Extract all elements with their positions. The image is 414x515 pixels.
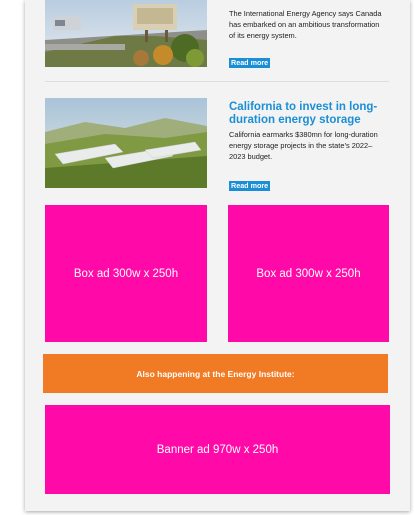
article-item: California to invest in long-duration en… [25,98,410,191]
banner-ad[interactable]: Banner ad 970w x 250h [45,405,390,494]
article-title[interactable]: California to invest in long-duration en… [229,101,385,127]
highway-landscape-image[interactable] [45,0,207,67]
article-text: California to invest in long-duration en… [229,101,385,191]
read-more-link[interactable]: Read more [229,58,271,68]
box-ad-right[interactable]: Box ad 300w x 250h [228,205,389,342]
newsletter-sheet: The International Energy Agency says Can… [25,0,410,511]
box-ad-left[interactable]: Box ad 300w x 250h [45,205,207,342]
article-text: The International Energy Agency says Can… [229,8,385,68]
article-description: The International Energy Agency says Can… [229,9,382,40]
article-description: California earmarks $380mn for long-dura… [229,130,378,161]
divider [45,81,389,82]
article-image [45,0,207,67]
read-more-link[interactable]: Read more [229,181,271,191]
happening-banner: Also happening at the Energy Institute: [43,354,388,393]
article-item: The International Energy Agency says Can… [25,0,410,72]
battery-storage-field-image[interactable] [45,98,207,188]
happening-label: Also happening at the Energy Institute: [136,368,295,379]
article-image [45,98,207,188]
